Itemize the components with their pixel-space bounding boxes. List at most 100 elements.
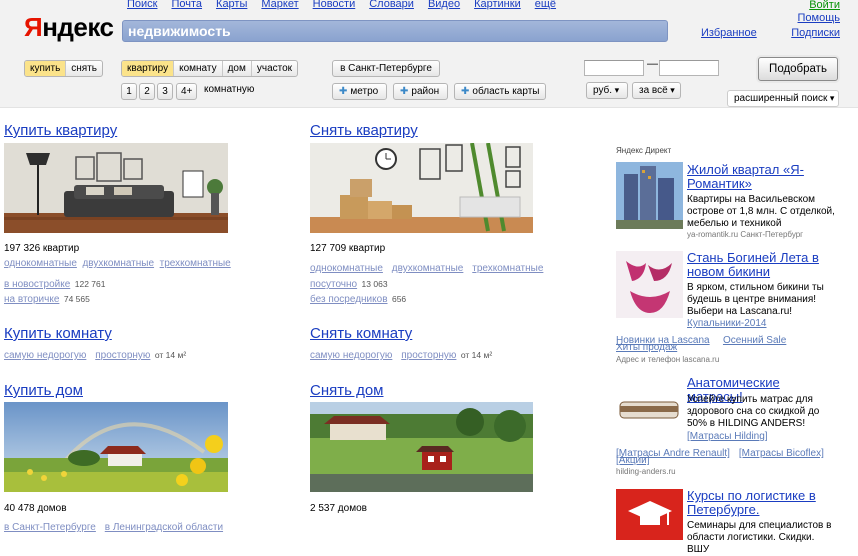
district-button[interactable]: ✚ район bbox=[393, 83, 448, 100]
ad-4-title[interactable]: Курсы по логистике в Петербурге. bbox=[687, 489, 837, 517]
map-area-button[interactable]: ✚ область карты bbox=[454, 83, 546, 100]
buy-flat-room-links: однокомнатные двухкомнатные трехкомнатны… bbox=[4, 258, 231, 269]
rooms-2[interactable]: 2 bbox=[139, 83, 155, 100]
type-plot[interactable]: участок bbox=[252, 61, 297, 76]
rent-flat-count: 127 709 квартир bbox=[310, 243, 386, 254]
link-one-room[interactable]: однокомнатные bbox=[4, 258, 77, 269]
ad-2-link-hits[interactable]: Хиты продаж bbox=[616, 342, 677, 354]
rent-house-image[interactable] bbox=[310, 402, 533, 492]
link-three-room[interactable]: трехкомнатные bbox=[160, 258, 231, 269]
nav-news[interactable]: Новости bbox=[313, 0, 356, 10]
rent-house-count: 2 537 домов bbox=[310, 503, 367, 514]
ad-1-meta[interactable]: ya-romantik.ru Санкт-Петербург bbox=[687, 230, 803, 239]
rent-flat-title[interactable]: Снять квартиру bbox=[310, 122, 418, 139]
top-nav: Поиск Почта Карты Маркет Новости Словари Видео… bbox=[127, 0, 570, 10]
link-cheapest[interactable]: самую недорогую bbox=[310, 350, 392, 361]
advanced-search[interactable]: расширенный поиск bbox=[727, 90, 839, 107]
direct-header[interactable]: Яндекс Директ bbox=[616, 146, 671, 155]
area-from: от 14 м² bbox=[154, 350, 187, 360]
ad-2-link-swimwear[interactable]: Купальники-2014 bbox=[687, 318, 767, 330]
nav-more[interactable]: ещё bbox=[535, 0, 556, 10]
link-two-room[interactable]: двухкомнатные bbox=[82, 258, 154, 269]
help-link[interactable]: Помощь bbox=[798, 12, 841, 24]
link-cheapest[interactable]: самую недорогую bbox=[4, 350, 86, 361]
link-spb[interactable]: в Санкт-Петербурге bbox=[4, 522, 96, 533]
buy-house-title[interactable]: Купить дом bbox=[4, 382, 83, 399]
link-lo[interactable]: в Ленинградской области bbox=[105, 522, 223, 533]
rooms-label: комнатную bbox=[204, 84, 255, 95]
link-three-room[interactable]: трехкомнатные bbox=[472, 263, 543, 274]
type-switch: квартиру комнату дом участок bbox=[121, 60, 299, 77]
price-period-select[interactable]: за всё bbox=[632, 82, 681, 99]
submit-button[interactable]: Подобрать bbox=[758, 57, 838, 81]
ad-3-image[interactable] bbox=[616, 388, 683, 432]
nav-dictionaries[interactable]: Словари bbox=[369, 0, 414, 10]
ad-3-link-bicoflex[interactable]: [Матрасы Bicoflex] bbox=[739, 448, 824, 459]
ad-3-text: Успейте купить матрас для здорового сна … bbox=[687, 394, 820, 429]
nav-maps[interactable]: Карты bbox=[216, 0, 247, 10]
rent-house-title[interactable]: Снять дом bbox=[310, 382, 384, 399]
link-spacious[interactable]: просторную bbox=[401, 350, 456, 361]
currency-select[interactable]: руб. bbox=[586, 82, 628, 99]
city-button[interactable]: в Санкт-Петербурге bbox=[332, 60, 440, 77]
nav-market[interactable]: Маркет bbox=[261, 0, 298, 10]
ad-1-title[interactable]: Жилой квартал «Я-Романтик» bbox=[687, 163, 837, 191]
type-room[interactable]: комнату bbox=[174, 61, 223, 76]
rent-flat-image[interactable] bbox=[310, 143, 533, 233]
ad-3-link-promo[interactable]: [Акции] bbox=[616, 455, 650, 467]
ad-2-text: В ярком, стильном бикини ты будешь в цен… bbox=[687, 282, 824, 317]
login-link[interactable]: Войти bbox=[809, 0, 840, 11]
type-flat[interactable]: квартиру bbox=[122, 61, 175, 76]
link-two-room[interactable]: двухкомнатные bbox=[392, 263, 464, 274]
ad-2-title[interactable]: Стань Богиней Лета в новом бикини bbox=[687, 251, 837, 279]
type-house[interactable]: дом bbox=[223, 61, 252, 76]
buy-house-count: 40 478 домов bbox=[4, 503, 67, 514]
nav-images[interactable]: Картинки bbox=[474, 0, 521, 10]
metro-button[interactable]: ✚ метро bbox=[332, 83, 387, 100]
ad-2-image[interactable] bbox=[616, 251, 683, 318]
rooms-1[interactable]: 1 bbox=[121, 83, 137, 100]
link-one-room[interactable]: однокомнатные bbox=[310, 263, 383, 274]
no-agent-count: 656 bbox=[391, 294, 407, 304]
deal-buy[interactable]: купить bbox=[25, 61, 67, 76]
nav-search[interactable]: Поиск bbox=[127, 0, 157, 10]
nav-mail[interactable]: Почта bbox=[171, 0, 202, 10]
price-from-input[interactable] bbox=[584, 60, 644, 76]
plus-icon: ✚ bbox=[461, 86, 470, 97]
favorites-link[interactable]: Избранное bbox=[701, 27, 757, 39]
ad-3-link-hilding[interactable]: [Матрасы Hilding] bbox=[687, 431, 768, 443]
deal-rent[interactable]: снять bbox=[66, 61, 102, 76]
ad-3-meta[interactable]: hilding-anders.ru bbox=[616, 467, 676, 476]
new-building-count: 122 761 bbox=[74, 279, 106, 289]
ad-2-link-sale[interactable]: Осенний Sale bbox=[723, 335, 786, 346]
buy-house-links: в Санкт-Петербурге в Ленинградской облас… bbox=[4, 517, 223, 535]
rent-room-links: самую недорогую просторную от 14 м² bbox=[310, 345, 492, 363]
link-no-agent[interactable]: без посредников bbox=[310, 294, 388, 305]
secondary-count: 74 565 bbox=[63, 294, 90, 304]
link-spacious[interactable]: просторную bbox=[95, 350, 150, 361]
buy-room-title[interactable]: Купить комнату bbox=[4, 325, 112, 342]
buy-flat-secondary-row: на вторичке 74 565 bbox=[4, 289, 90, 307]
deal-switch: купить снять bbox=[24, 60, 104, 77]
plus-icon: ✚ bbox=[339, 86, 348, 97]
rent-room-title[interactable]: Снять комнату bbox=[310, 325, 412, 342]
search-input[interactable] bbox=[123, 21, 667, 41]
ad-2-meta[interactable]: Адрес и телефон lascana.ru bbox=[616, 355, 719, 364]
ad-1-image[interactable] bbox=[616, 162, 683, 229]
yandex-logo[interactable]: Яндекс bbox=[24, 12, 114, 43]
buy-flat-count: 197 326 квартир bbox=[4, 243, 80, 254]
rooms-3[interactable]: 3 bbox=[157, 83, 173, 100]
buy-house-image[interactable] bbox=[4, 402, 228, 492]
search-box bbox=[122, 20, 668, 42]
nav-video[interactable]: Видео bbox=[428, 0, 460, 10]
buy-room-links: самую недорогую просторную от 14 м² bbox=[4, 345, 186, 363]
link-secondary[interactable]: на вторичке bbox=[4, 294, 59, 305]
plus-icon: ✚ bbox=[400, 86, 409, 97]
ad-4-image[interactable] bbox=[616, 489, 683, 540]
subscriptions-link[interactable]: Подписки bbox=[791, 27, 840, 39]
ad-1-text: Квартиры на Васильевском острове от 1,8 … bbox=[687, 194, 835, 229]
price-to-input[interactable] bbox=[659, 60, 719, 76]
rooms-4plus[interactable]: 4+ bbox=[176, 83, 198, 100]
buy-flat-image[interactable] bbox=[4, 143, 228, 233]
buy-flat-title[interactable]: Купить квартиру bbox=[4, 122, 117, 139]
